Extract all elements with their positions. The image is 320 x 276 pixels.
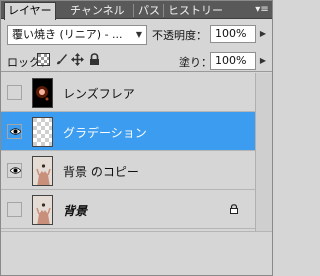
layer-thumbnail <box>32 156 53 186</box>
tab-channels[interactable]: チャンネル <box>67 3 128 19</box>
panel-footer <box>1 231 272 275</box>
lock-transparent-icon[interactable] <box>37 53 50 66</box>
lock-move-icon[interactable] <box>71 53 84 66</box>
lock-brush-icon[interactable] <box>55 53 68 66</box>
layers-panel: レイヤー チャンネル パス ヒストリー ▾≡ 覆い焼き (リニア) - ... … <box>0 0 273 276</box>
layer-name: グラデーション <box>63 126 147 140</box>
layer-name: 背景 <box>63 204 88 218</box>
layer-thumbnail <box>32 78 53 108</box>
layer-row-lensflare[interactable]: レンズフレア <box>1 73 255 112</box>
transparent-thumbnail-icon <box>33 118 52 146</box>
fill-label: 塗り： <box>179 56 212 69</box>
blend-mode-value: 覆い焼き (リニア) - ... <box>12 28 123 41</box>
layer-name: レンズフレア <box>63 87 135 101</box>
panel-tab-bar: レイヤー チャンネル パス ヒストリー ▾≡ <box>1 1 272 20</box>
blend-mode-select[interactable]: 覆い焼き (リニア) - ... ▼ <box>7 25 147 45</box>
fill-arrow-icon[interactable]: ▶ <box>257 53 269 69</box>
layer-thumbnail <box>32 117 53 147</box>
layer-row-background[interactable]: 背景 <box>1 190 255 229</box>
photo-thumbnail-icon <box>33 196 52 224</box>
lock-all-icon[interactable] <box>88 53 101 66</box>
opacity-label: 不透明度： <box>152 29 207 42</box>
lock-icon <box>230 204 238 214</box>
layer-row-gradient[interactable]: グラデーション <box>1 112 255 151</box>
layer-row-background-copy[interactable]: 背景 のコピー <box>1 151 255 190</box>
layer-list: レンズフレア グラデーション 背景 のコピー 背景 <box>1 73 272 231</box>
visibility-toggle[interactable] <box>7 124 22 139</box>
tab-history[interactable]: ヒストリー <box>165 3 226 19</box>
tab-separator <box>133 4 134 17</box>
eye-icon <box>10 128 21 135</box>
eye-icon <box>10 167 21 174</box>
visibility-toggle[interactable] <box>7 163 22 178</box>
photo-thumbnail-icon <box>33 157 52 185</box>
visibility-toggle[interactable] <box>7 85 22 100</box>
lensflare-thumbnail-icon <box>33 79 52 107</box>
opacity-input[interactable]: 100% <box>210 25 256 43</box>
chevron-down-icon: ▼ <box>135 30 142 39</box>
divider <box>1 71 272 72</box>
layers-scrollbar[interactable] <box>255 73 272 231</box>
panel-menu-icon[interactable]: ▾≡ <box>255 3 269 17</box>
tab-separator <box>163 4 164 17</box>
opacity-arrow-icon[interactable]: ▶ <box>257 26 269 42</box>
layer-name: 背景 のコピー <box>63 165 139 179</box>
tab-paths[interactable]: パス <box>135 3 163 19</box>
visibility-toggle[interactable] <box>7 202 22 217</box>
layer-thumbnail <box>32 195 53 225</box>
fill-input[interactable]: 100% <box>210 52 256 70</box>
tab-layers[interactable]: レイヤー <box>4 2 56 20</box>
